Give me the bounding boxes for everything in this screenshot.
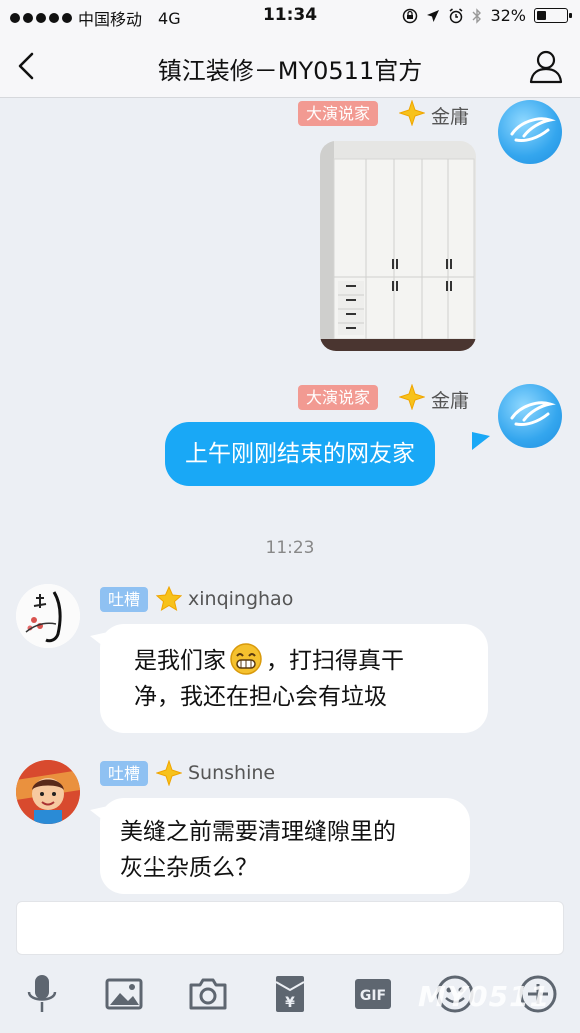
image-icon[interactable]	[102, 972, 146, 1016]
sender-name: xinqinghao	[188, 588, 294, 610]
red-envelope-icon[interactable]: ¥	[268, 972, 312, 1016]
alarm-icon	[449, 7, 463, 23]
location-icon	[427, 9, 440, 22]
avatar[interactable]	[498, 384, 562, 448]
sender-name: 金庸	[431, 106, 470, 128]
star-icon	[156, 586, 182, 612]
feather-logo-icon	[510, 117, 556, 142]
avatar[interactable]	[16, 760, 80, 824]
chat-header: 镇江装修－MY0511官方	[0, 34, 580, 98]
message-text: ，打扫得真干	[266, 648, 404, 674]
timestamp-divider: 11:23	[265, 538, 315, 558]
message-bubble[interactable]: 上午刚刚结束的网友家	[165, 422, 435, 486]
status-right: 32%	[402, 6, 572, 25]
battery-fill	[537, 11, 546, 20]
chat-title: 镇江装修－MY0511官方	[157, 57, 423, 85]
cartoon-avatar-icon	[16, 760, 80, 824]
sender-name: Sunshine	[188, 762, 276, 784]
rotation-lock-icon	[403, 8, 418, 23]
message-bubble[interactable]: 是我们家 ，打扫得真干 净，我还在担心会有垃圾	[100, 624, 488, 733]
sparkle-icon	[399, 100, 425, 126]
microphone-icon[interactable]	[20, 972, 64, 1016]
message-text: 是我们家	[134, 648, 226, 674]
message-input[interactable]	[16, 901, 564, 955]
avatar[interactable]	[498, 100, 562, 164]
gif-icon[interactable]: GIF	[351, 972, 395, 1016]
battery-percent: 32%	[490, 6, 526, 25]
battery-icon	[534, 8, 572, 23]
sparkle-icon	[399, 384, 425, 410]
title-badge: 吐槽	[100, 761, 149, 786]
sender-name: 金庸	[431, 390, 470, 412]
grinning-face-emoji-icon	[230, 643, 262, 675]
message-line: 灰尘杂质么？	[120, 855, 258, 881]
group-members-icon[interactable]	[526, 46, 566, 86]
bubble-tail	[472, 432, 490, 450]
sparkle-icon	[156, 760, 182, 786]
bubble-tail	[90, 632, 108, 650]
title-badge: 大演说家	[298, 385, 379, 410]
message-text: 上午刚刚结束的网友家	[185, 441, 415, 467]
plum-blossom-avatar-icon	[16, 584, 80, 648]
cabinet-photo-icon	[320, 141, 476, 351]
yen-symbol: ¥	[285, 995, 295, 1011]
avatar[interactable]	[16, 584, 80, 648]
message-line: 美缝之前需要清理缝隙里的	[120, 819, 396, 845]
message-line: 净，我还在担心会有垃圾	[134, 684, 387, 710]
title-badge: 吐槽	[100, 587, 149, 612]
watermark: MY0511	[418, 980, 551, 1013]
message-line: 是我们家 ，打扫得真干	[134, 642, 454, 679]
title-badge: 大演说家	[298, 101, 379, 126]
feather-logo-icon	[510, 401, 556, 426]
message-bubble[interactable]: 美缝之前需要清理缝隙里的 灰尘杂质么？	[100, 798, 470, 894]
shared-photo[interactable]	[320, 141, 476, 351]
status-bar: 中国移动 4G 11:34 32%	[0, 0, 580, 34]
bluetooth-icon	[472, 7, 482, 24]
gif-label: GIF	[360, 988, 386, 1004]
camera-icon[interactable]	[186, 972, 230, 1016]
bubble-tail	[90, 806, 108, 824]
